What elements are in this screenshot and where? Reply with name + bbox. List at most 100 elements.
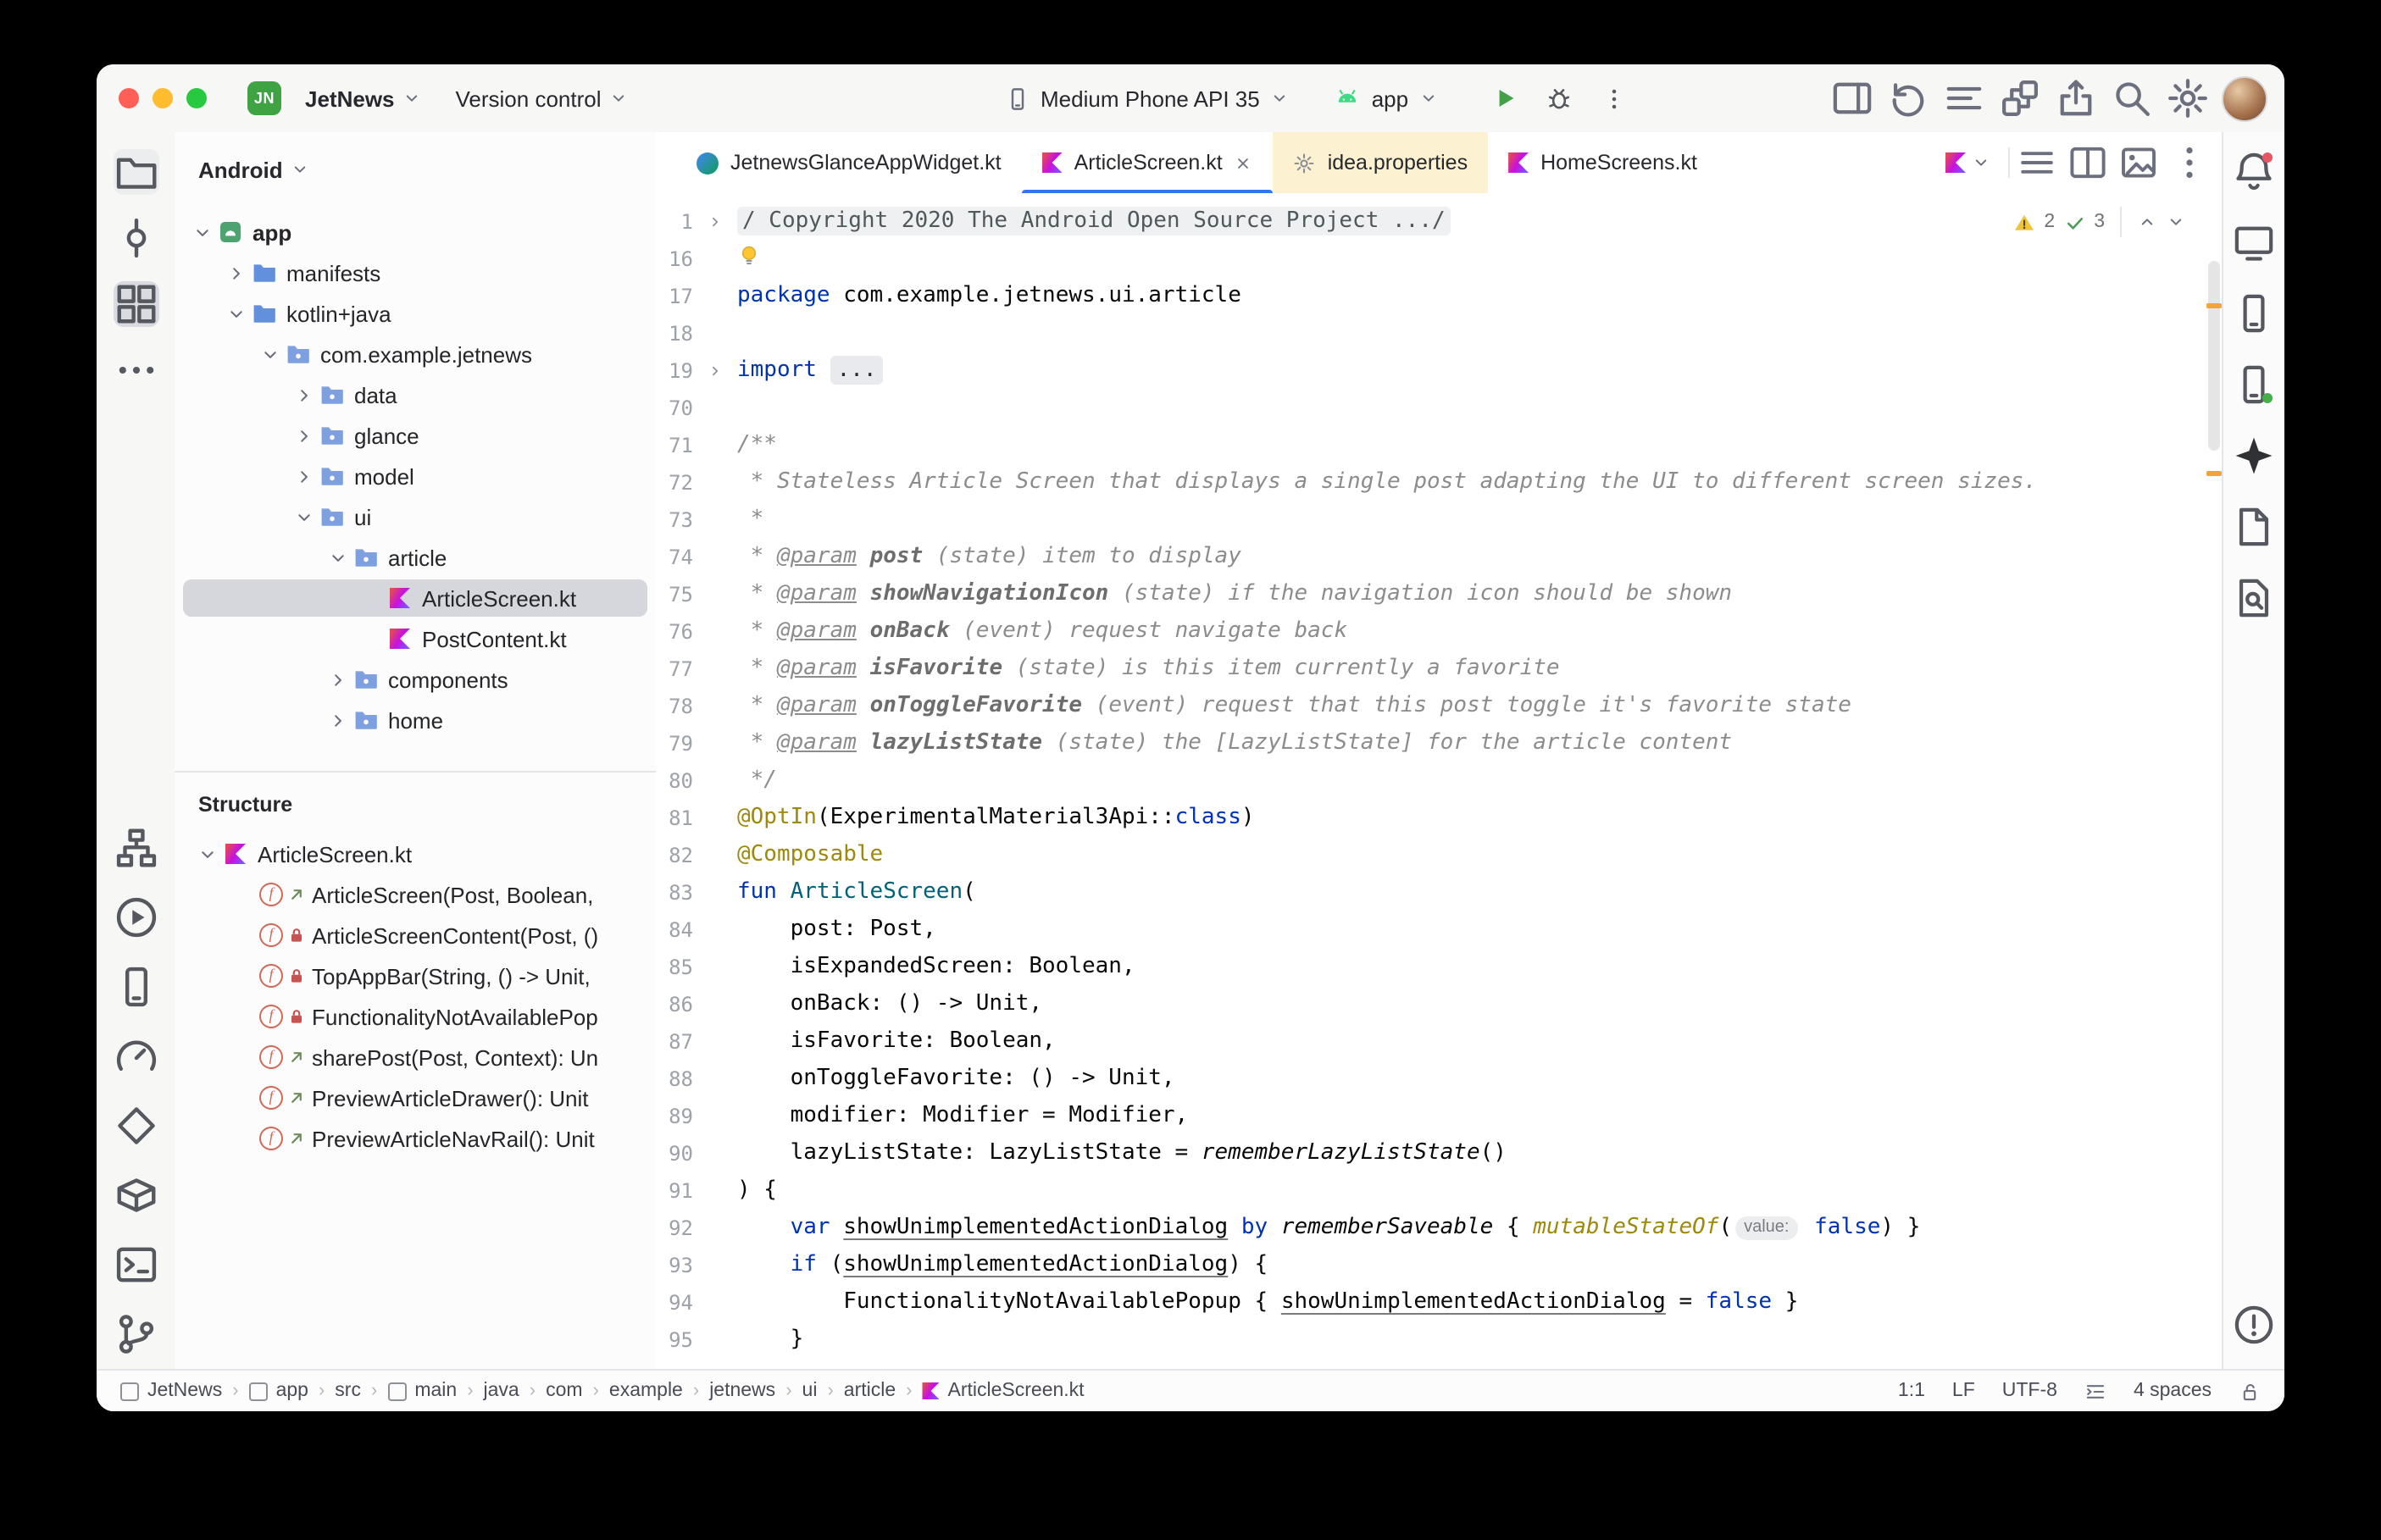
minimize-window-button[interactable]: [153, 88, 173, 108]
project-tree-item[interactable]: glance: [175, 415, 656, 456]
chevron-down-icon[interactable]: [293, 506, 315, 528]
breadcrumb-item[interactable]: main: [387, 1381, 457, 1401]
project-menu[interactable]: JetNews: [295, 76, 432, 120]
terminal-toolwindow-button[interactable]: [113, 1242, 158, 1288]
structure-item[interactable]: fFunctionalityNotAvailablePop: [175, 996, 656, 1037]
project-tree-item[interactable]: article: [175, 537, 656, 578]
project-view-selector[interactable]: Android: [175, 132, 656, 207]
app-quality-insights-button[interactable]: [113, 1103, 158, 1149]
code-line[interactable]: 16: [656, 241, 2203, 278]
breadcrumb-item[interactable]: article: [844, 1381, 896, 1401]
structure-toolwindow-button[interactable]: [113, 281, 158, 327]
readonly-lock-icon[interactable]: [2239, 1380, 2261, 1402]
chevron-down-icon[interactable]: [1418, 88, 1439, 108]
split-editor-button[interactable]: [2067, 142, 2108, 183]
code-line[interactable]: 90 lazyListState: LazyListState = rememb…: [656, 1135, 2203, 1172]
build-toolwindow-button[interactable]: [113, 825, 158, 871]
structure-item[interactable]: fsharePost(Post, Context): Un: [175, 1037, 656, 1077]
indent-setting[interactable]: 4 spaces: [2134, 1381, 2212, 1401]
profiler-button[interactable]: [113, 1033, 158, 1079]
project-tree-item[interactable]: PostContent.kt: [175, 618, 656, 659]
gear-icon[interactable]: [2166, 76, 2210, 120]
code-line[interactable]: 17package com.example.jetnews.ui.article: [656, 278, 2203, 315]
code-line[interactable]: 79 * @param lazyListState (state) the [L…: [656, 725, 2203, 762]
project-tree-item[interactable]: com.example.jetnews: [175, 334, 656, 374]
logcat-button[interactable]: [2232, 363, 2276, 407]
code-line[interactable]: 78 * @param onToggleFavorite (event) req…: [656, 688, 2203, 725]
breadcrumb-item[interactable]: app: [249, 1381, 308, 1401]
chevron-down-icon[interactable]: [259, 343, 281, 365]
project-tree-item[interactable]: ArticleScreen.kt: [175, 578, 656, 618]
code-line[interactable]: 1/ Copyright 2020 The Android Open Sourc…: [656, 203, 2203, 241]
layout-icon[interactable]: [1830, 76, 1874, 120]
find-toolwindow-button[interactable]: [2232, 576, 2276, 620]
breadcrumb-item[interactable]: com: [546, 1381, 582, 1401]
code-line[interactable]: 84 post: Post,: [656, 911, 2203, 949]
gemini-button[interactable]: [2232, 434, 2276, 478]
project-tree-item[interactable]: ui: [175, 496, 656, 537]
structure-item[interactable]: fArticleScreenContent(Post, (): [175, 915, 656, 956]
code-line[interactable]: 81@OptIn(ExperimentalMaterial3Api::class…: [656, 800, 2203, 837]
scrollbar-thumb[interactable]: [2208, 261, 2220, 451]
debug-button[interactable]: [1537, 76, 1581, 120]
zoom-window-button[interactable]: [186, 88, 207, 108]
project-tree-item[interactable]: components: [175, 659, 656, 700]
file-encoding[interactable]: UTF-8: [2002, 1381, 2057, 1401]
inspections-widget[interactable]: 23: [2013, 205, 2186, 239]
code-line[interactable]: 77 * @param isFavorite (state) is this i…: [656, 651, 2203, 688]
code-line[interactable]: 72 * Stateless Article Screen that displ…: [656, 464, 2203, 501]
switch-icon[interactable]: [1942, 76, 1986, 120]
caret-position[interactable]: 1:1: [1898, 1381, 1925, 1401]
breadcrumb-item[interactable]: src: [335, 1381, 361, 1401]
code-line[interactable]: 70: [656, 390, 2203, 427]
code-line[interactable]: 85 isExpandedScreen: Boolean,: [656, 949, 2203, 986]
commit-toolwindow-button[interactable]: [113, 215, 158, 261]
project-tree-item[interactable]: model: [175, 456, 656, 496]
code-line[interactable]: 74 * @param post (state) item to display: [656, 539, 2203, 576]
breadcrumb-item[interactable]: ui: [802, 1381, 818, 1401]
device-manager-button[interactable]: [113, 964, 158, 1010]
version-control-toolwindow-button[interactable]: [113, 1311, 158, 1357]
chevron-right-icon[interactable]: [327, 668, 349, 690]
chevron-right-icon[interactable]: [293, 384, 315, 406]
intention-bulb-icon[interactable]: [737, 244, 761, 268]
project-tree-item[interactable]: manifests: [175, 252, 656, 293]
breadcrumb-item[interactable]: example: [609, 1381, 683, 1401]
structure-root-item[interactable]: ArticleScreen.kt: [175, 834, 656, 874]
breadcrumb-item[interactable]: jetnews: [709, 1381, 775, 1401]
chevron-down-icon[interactable]: [191, 221, 214, 243]
plugin-icon[interactable]: [1998, 76, 2042, 120]
editor-tab[interactable]: HomeScreens.kt: [1488, 132, 1718, 193]
dependencies-button[interactable]: [2232, 505, 2276, 549]
code-line[interactable]: 18: [656, 315, 2203, 352]
fold-marker[interactable]: [693, 352, 737, 390]
problems-toolwindow-button[interactable]: [2232, 1303, 2276, 1347]
chevron-down-icon[interactable]: [1270, 88, 1290, 108]
run-toolwindow-button[interactable]: [113, 895, 158, 940]
device-explorer-button[interactable]: [113, 1172, 158, 1218]
avatar[interactable]: [2222, 75, 2267, 121]
code-line[interactable]: 94 FunctionalityNotAvailablePopup { show…: [656, 1284, 2203, 1321]
code-line[interactable]: 83fun ArticleScreen(: [656, 874, 2203, 911]
structure-item[interactable]: fTopAppBar(String, () -> Unit,: [175, 956, 656, 996]
fold-marker[interactable]: [693, 203, 737, 241]
close-window-button[interactable]: [119, 88, 139, 108]
chevron-right-icon[interactable]: [225, 262, 247, 284]
run-button[interactable]: [1483, 76, 1527, 120]
code-line[interactable]: 19import ...: [656, 352, 2203, 390]
prev-problem-button[interactable]: [2137, 212, 2157, 232]
more-toolwindows-button[interactable]: [113, 347, 158, 393]
code-line[interactable]: 89 modifier: Modifier = Modifier,: [656, 1098, 2203, 1135]
code-editor[interactable]: 1/ Copyright 2020 The Android Open Sourc…: [656, 193, 2223, 1371]
hidden-tabs-dropdown[interactable]: [1935, 132, 2001, 193]
project-tree-item[interactable]: kotlin+java: [175, 293, 656, 334]
search-icon[interactable]: [2110, 76, 2154, 120]
breadcrumb-item[interactable]: ArticleScreen.kt: [923, 1381, 1085, 1401]
code-line[interactable]: 91) {: [656, 1172, 2203, 1210]
code-line[interactable]: 73 *: [656, 501, 2203, 539]
editor-tab[interactable]: idea.properties: [1274, 132, 1488, 193]
editor-tab[interactable]: ArticleScreen.kt: [1022, 132, 1274, 193]
code-line[interactable]: 71/**: [656, 427, 2203, 464]
running-devices-button[interactable]: [2232, 220, 2276, 264]
chevron-right-icon[interactable]: [327, 709, 349, 731]
